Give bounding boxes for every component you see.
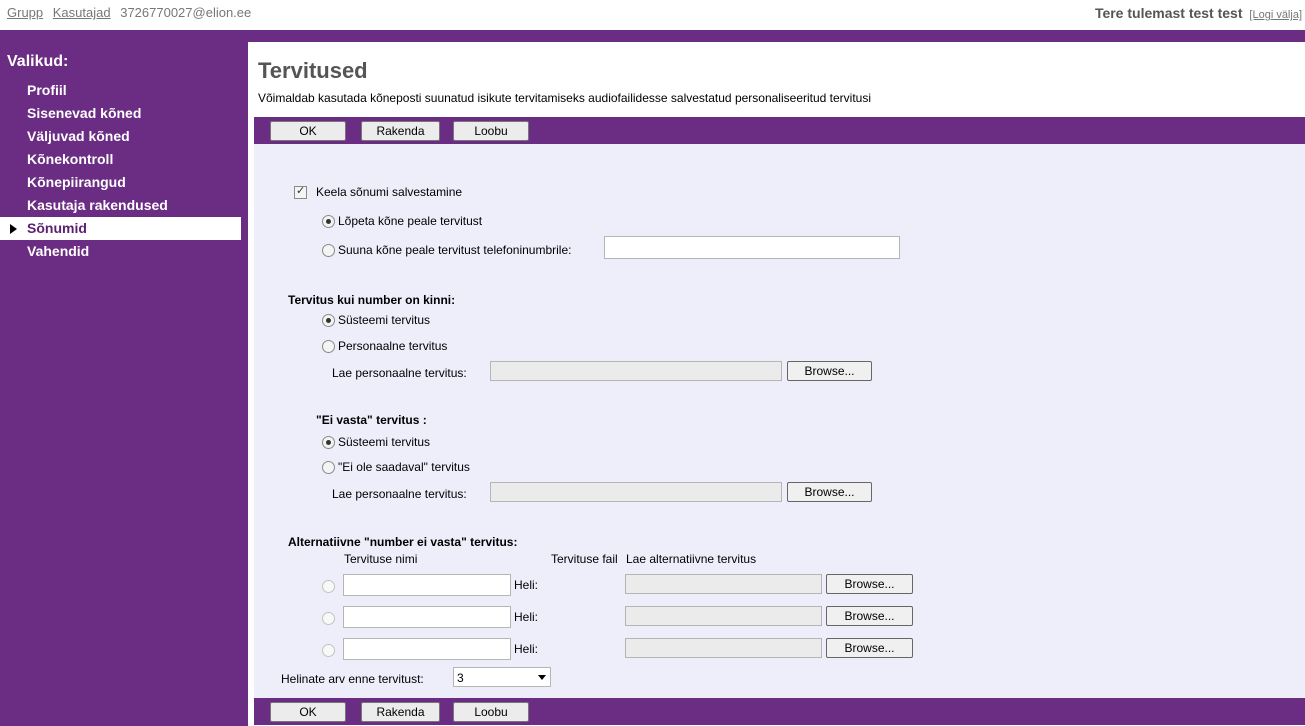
greetings-form: ✓ Keela sõnumi salvestamine Lõpeta kõne … bbox=[254, 144, 1305, 698]
sidebar-item-call-restrictions[interactable]: Kõnepiirangud bbox=[0, 171, 241, 194]
noanswer-system-radio[interactable] bbox=[322, 436, 335, 449]
noanswer-greeting-heading: "Ei vasta" tervitus : bbox=[316, 413, 427, 427]
top-bar: Grupp Kasutajad 3726770027@elion.ee Tere… bbox=[0, 0, 1305, 30]
noanswer-browse-button[interactable]: Browse... bbox=[787, 482, 872, 502]
sidebar-item-label: Vahendid bbox=[27, 243, 90, 259]
busy-personal-label: Personaalne tervitus bbox=[338, 339, 448, 353]
welcome-text: Tere tulemast test test bbox=[1094, 5, 1243, 21]
busy-system-label: Süsteemi tervitus bbox=[338, 313, 431, 327]
ok-button[interactable]: OK bbox=[270, 121, 346, 141]
group-link[interactable]: Grupp bbox=[7, 5, 43, 20]
disable-save-checkbox[interactable]: ✓ bbox=[294, 185, 307, 199]
sidebar-item-label: Kõnepiirangud bbox=[27, 174, 126, 190]
sidebar: Valikud: Profiil Sisenevad kõned Väljuva… bbox=[0, 42, 248, 726]
alt-row-2-file-input[interactable] bbox=[625, 606, 822, 626]
sidebar-item-label: Kasutaja rakendused bbox=[27, 197, 168, 213]
alt-col-upload: Lae alternatiivne tervitus bbox=[626, 552, 757, 566]
sidebar-item-label: Profiil bbox=[27, 82, 67, 98]
alt-row-3-radio[interactable] bbox=[322, 644, 335, 657]
alt-row-1-file-input[interactable] bbox=[625, 574, 822, 594]
busy-system-radio[interactable] bbox=[322, 314, 335, 327]
chevron-down-icon bbox=[538, 675, 546, 680]
alt-col-name: Tervituse nimi bbox=[344, 552, 418, 566]
sidebar-item-profile[interactable]: Profiil bbox=[0, 79, 241, 102]
alt-row-3-sound-label: Heli: bbox=[514, 642, 539, 656]
ok-button[interactable]: OK bbox=[270, 702, 346, 722]
user-email: 3726770027@elion.ee bbox=[120, 5, 252, 20]
arrow-right-icon bbox=[10, 224, 17, 234]
page-title: Tervitused bbox=[258, 58, 368, 83]
rings-label: Helinate arv enne tervitust: bbox=[281, 672, 424, 686]
sidebar-item-tools[interactable]: Vahendid bbox=[0, 240, 241, 263]
alt-row-3-browse-button[interactable]: Browse... bbox=[826, 638, 913, 658]
logout-link[interactable]: [Logi välja] bbox=[1249, 9, 1302, 21]
sidebar-item-label: Väljuvad kõned bbox=[27, 128, 130, 144]
apply-button[interactable]: Rakenda bbox=[361, 702, 440, 722]
sidebar-item-user-apps[interactable]: Kasutaja rakendused bbox=[0, 194, 241, 217]
sidebar-item-label: Sõnumid bbox=[27, 220, 87, 236]
disable-save-label: Keela sõnumi salvestamine bbox=[316, 185, 463, 199]
alt-row-2-radio[interactable] bbox=[322, 612, 335, 625]
sidebar-item-label: Kõnekontroll bbox=[27, 151, 114, 167]
check-icon: ✓ bbox=[296, 185, 306, 197]
header-stripe bbox=[0, 30, 1305, 42]
rings-value: 3 bbox=[457, 671, 464, 685]
busy-upload-label: Lae personaalne tervitus: bbox=[332, 366, 467, 380]
forward-radio[interactable] bbox=[322, 244, 335, 257]
forward-label: Suuna kõne peale tervitust telefoninumbr… bbox=[338, 243, 572, 257]
top-links: Grupp Kasutajad 3726770027@elion.ee bbox=[7, 5, 251, 20]
alt-row-1-radio[interactable] bbox=[322, 580, 335, 593]
noanswer-unavailable-label: "Ei ole saadaval" tervitus bbox=[338, 460, 470, 474]
alt-row-3-file-input[interactable] bbox=[625, 638, 822, 658]
welcome-area: Tere tulemast test test [Logi välja] bbox=[1095, 5, 1302, 21]
noanswer-upload-label: Lae personaalne tervitus: bbox=[332, 487, 467, 501]
alt-row-2-browse-button[interactable]: Browse... bbox=[826, 606, 913, 626]
alt-row-3-name-input[interactable] bbox=[343, 638, 511, 660]
noanswer-file-input[interactable] bbox=[490, 482, 782, 502]
users-link[interactable]: Kasutajad bbox=[53, 5, 111, 20]
cancel-button[interactable]: Loobu bbox=[453, 121, 529, 141]
button-bar-bottom: OK Rakenda Loobu bbox=[254, 698, 1305, 725]
sidebar-heading: Valikud: bbox=[7, 53, 69, 70]
apply-button[interactable]: Rakenda bbox=[361, 121, 440, 141]
sidebar-item-call-control[interactable]: Kõnekontroll bbox=[0, 148, 241, 171]
alt-row-1-name-input[interactable] bbox=[343, 574, 511, 596]
end-call-radio[interactable] bbox=[322, 215, 335, 228]
main-content: Tervitused Võimaldab kasutada kõneposti … bbox=[254, 42, 1305, 726]
forward-number-input[interactable] bbox=[604, 236, 900, 259]
sidebar-item-outgoing-calls[interactable]: Väljuvad kõned bbox=[0, 125, 241, 148]
busy-greeting-heading: Tervitus kui number on kinni: bbox=[288, 293, 456, 307]
sidebar-item-label: Sisenevad kõned bbox=[27, 105, 142, 121]
rings-select[interactable]: 3 bbox=[453, 667, 551, 687]
noanswer-system-label: Süsteemi tervitus bbox=[338, 435, 431, 449]
noanswer-unavailable-radio[interactable] bbox=[322, 461, 335, 474]
alt-greeting-heading: Alternatiivne "number ei vasta" tervitus… bbox=[288, 535, 518, 549]
alt-row-2-name-input[interactable] bbox=[343, 606, 511, 628]
sidebar-item-messages[interactable]: Sõnumid bbox=[0, 217, 241, 240]
alt-row-2-sound-label: Heli: bbox=[514, 610, 539, 624]
sidebar-menu: Profiil Sisenevad kõned Väljuvad kõned K… bbox=[0, 79, 241, 263]
busy-file-input[interactable] bbox=[490, 361, 782, 381]
busy-browse-button[interactable]: Browse... bbox=[787, 361, 872, 381]
sidebar-item-incoming-calls[interactable]: Sisenevad kõned bbox=[0, 102, 241, 125]
button-bar-top: OK Rakenda Loobu bbox=[254, 117, 1305, 144]
end-call-label: Lõpeta kõne peale tervitust bbox=[338, 214, 483, 228]
alt-row-1-browse-button[interactable]: Browse... bbox=[826, 574, 913, 594]
page-description: Võimaldab kasutada kõneposti suunatud is… bbox=[258, 91, 872, 105]
busy-personal-radio[interactable] bbox=[322, 340, 335, 353]
cancel-button[interactable]: Loobu bbox=[453, 702, 529, 722]
alt-row-1-sound-label: Heli: bbox=[514, 578, 539, 592]
alt-col-file: Tervituse fail bbox=[551, 552, 618, 566]
